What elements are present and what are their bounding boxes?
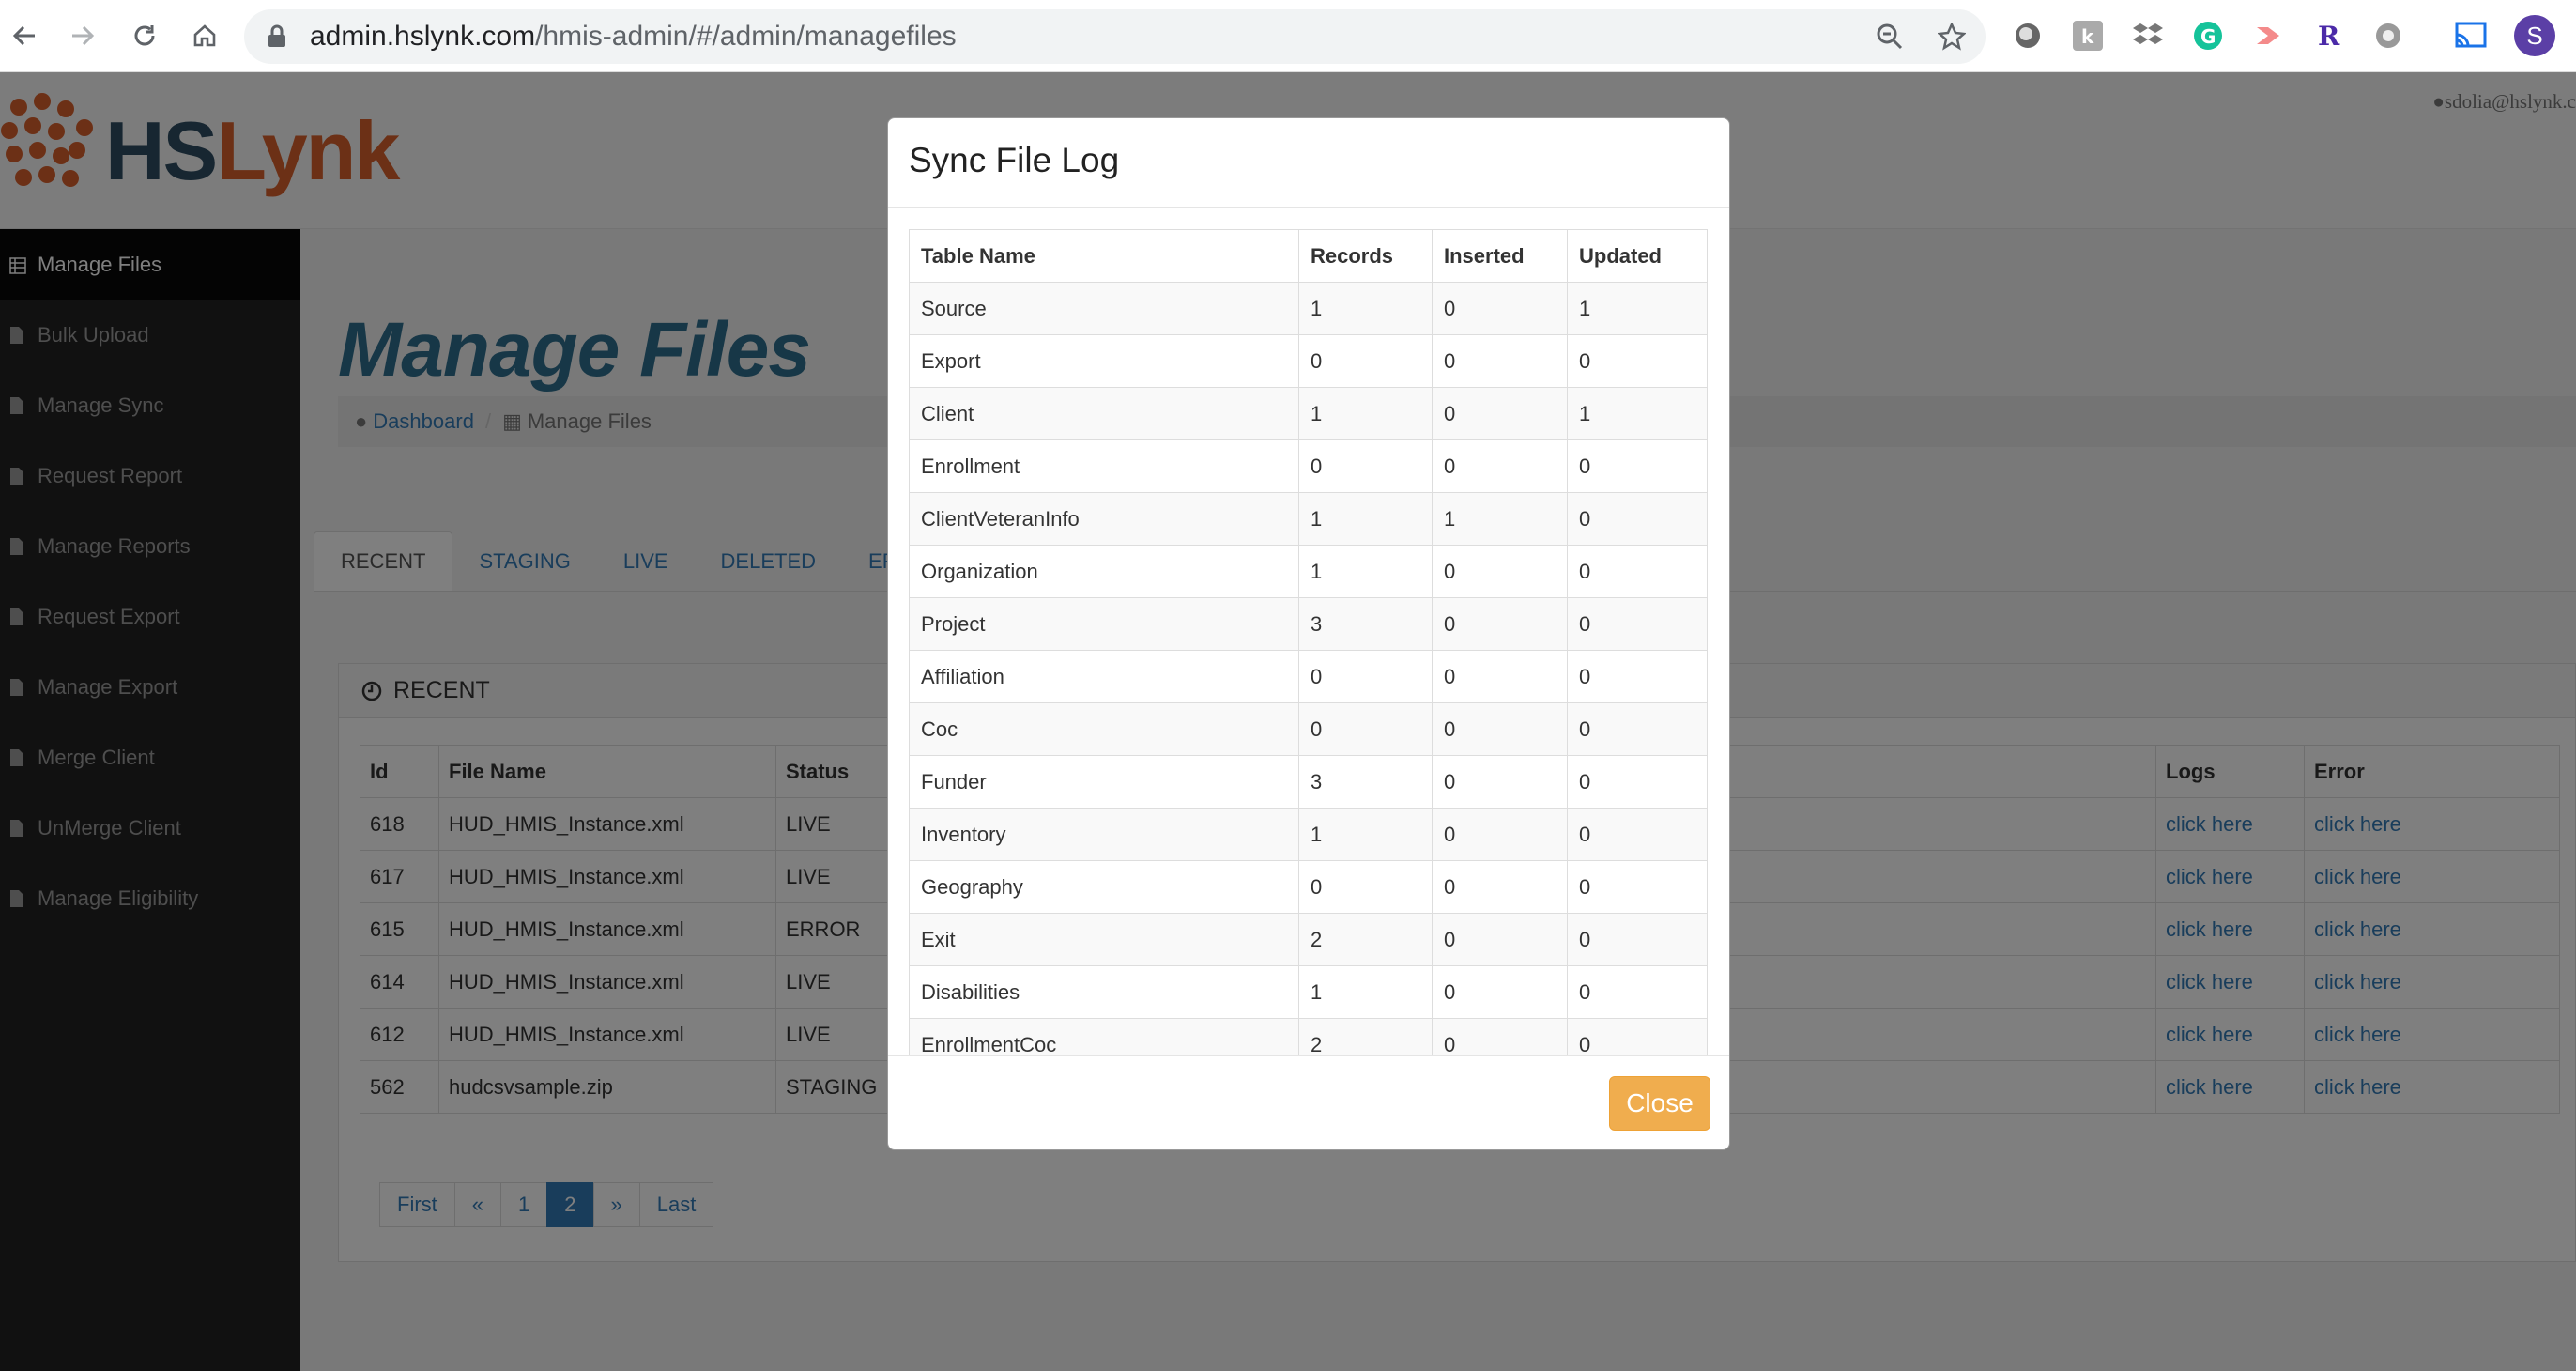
extension-k-icon[interactable]: k <box>2071 19 2105 53</box>
table-row: Exit 2 0 0 <box>909 913 1708 966</box>
svg-text:k: k <box>2081 25 2094 48</box>
table-row: Coc 0 0 0 <box>909 702 1708 756</box>
zoom-icon[interactable] <box>1876 23 1904 51</box>
table-row: Export 0 0 0 <box>909 334 1708 388</box>
extension-arrow-icon[interactable] <box>2251 19 2285 53</box>
table-row: Source 1 0 1 <box>909 282 1708 335</box>
col-inserted: Inserted <box>1432 229 1568 283</box>
arrow-left-icon <box>12 25 35 46</box>
reload-button[interactable] <box>126 17 163 54</box>
extension-shield-icon[interactable] <box>2371 19 2405 53</box>
col-updated: Updated <box>1567 229 1708 283</box>
modal-title: Sync File Log <box>909 141 1120 179</box>
cast-icon[interactable] <box>2454 19 2488 53</box>
sync-log-table: Table Name Records Inserted Updated Sour… <box>909 229 1708 1055</box>
arrow-right-icon <box>72 25 95 46</box>
home-button[interactable] <box>186 17 223 54</box>
reload-icon <box>134 25 155 46</box>
col-table-name: Table Name <box>909 229 1299 283</box>
svg-text:G: G <box>2200 25 2216 48</box>
url-text: admin.hslynk.com/hmis-admin/#/admin/mana… <box>310 21 957 52</box>
table-row: Geography 0 0 0 <box>909 860 1708 914</box>
table-row: Organization 1 0 0 <box>909 545 1708 598</box>
back-button[interactable] <box>6 17 43 54</box>
table-row: Affiliation 0 0 0 <box>909 650 1708 703</box>
modal-header-divider <box>888 207 1729 208</box>
table-row: ClientVeteranInfo 1 1 0 <box>909 492 1708 546</box>
table-row: Project 3 0 0 <box>909 597 1708 651</box>
sync-file-log-modal: Sync File Log Table Name Records Inserte… <box>887 117 1730 1150</box>
table-row: Enrollment 0 0 0 <box>909 439 1708 493</box>
modal-footer-divider <box>888 1055 1729 1056</box>
extension-r-icon[interactable]: R <box>2311 19 2345 53</box>
dropbox-icon[interactable] <box>2131 19 2165 53</box>
table-row: EnrollmentCoc 2 0 0 <box>909 1018 1708 1055</box>
close-button[interactable]: Close <box>1609 1076 1710 1131</box>
bookmark-star-icon[interactable] <box>1938 23 1966 51</box>
browser-toolbar: admin.hslynk.com/hmis-admin/#/admin/mana… <box>0 0 2576 72</box>
profile-avatar[interactable]: S <box>2514 15 2555 56</box>
forward-button[interactable] <box>64 17 101 54</box>
table-row: Disabilities 1 0 0 <box>909 965 1708 1019</box>
address-bar[interactable]: admin.hslynk.com/hmis-admin/#/admin/mana… <box>244 9 1986 64</box>
table-header-row: Table Name Records Inserted Updated <box>909 229 1708 283</box>
table-row: Funder 3 0 0 <box>909 755 1708 809</box>
svg-text:R: R <box>2318 21 2340 51</box>
modal-scroll-area[interactable]: Table Name Records Inserted Updated Sour… <box>909 229 1712 1055</box>
lock-icon <box>268 24 285 47</box>
extension-circle-icon[interactable] <box>2011 19 2045 53</box>
table-row: Client 1 0 1 <box>909 387 1708 440</box>
table-row: Inventory 1 0 0 <box>909 808 1708 861</box>
grammarly-icon[interactable]: G <box>2191 19 2225 53</box>
col-records: Records <box>1298 229 1433 283</box>
home-icon <box>193 24 216 47</box>
